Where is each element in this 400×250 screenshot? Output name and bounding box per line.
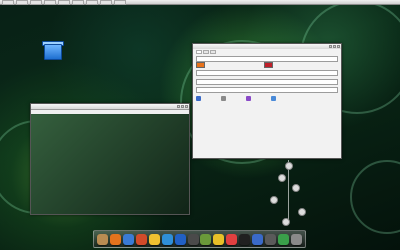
tab-2[interactable] [203, 50, 209, 54]
tree-node-icon[interactable] [270, 196, 278, 204]
desktop-widget-tree [258, 160, 318, 230]
network-icon[interactable] [122, 233, 134, 245]
red-color-button[interactable] [264, 62, 273, 68]
dock [93, 230, 306, 248]
chat-icon[interactable] [161, 233, 173, 245]
tree-node-icon[interactable] [282, 218, 290, 226]
orange-color-button[interactable] [196, 62, 205, 68]
photo-icon[interactable] [148, 233, 160, 245]
firefox-icon[interactable] [109, 233, 121, 245]
trash-icon [44, 44, 62, 60]
trash-icon[interactable] [291, 233, 303, 245]
panel-menu-button[interactable] [2, 0, 14, 5]
minimize-button[interactable] [177, 105, 180, 108]
globe-icon[interactable] [271, 96, 276, 101]
tab-1[interactable] [196, 50, 202, 54]
top-panel [0, 0, 400, 5]
panel-task-button[interactable] [100, 0, 112, 5]
tab-3[interactable] [210, 50, 216, 54]
media-icon[interactable] [187, 233, 199, 245]
maximize-button[interactable] [333, 45, 336, 48]
panel-task-button[interactable] [86, 0, 98, 5]
panel-task-button[interactable] [114, 0, 126, 5]
download-icon[interactable] [278, 233, 290, 245]
text-field[interactable] [196, 79, 338, 85]
panel-task-button[interactable] [72, 0, 84, 5]
terminal-output[interactable] [31, 114, 189, 214]
panel-task-button[interactable] [16, 0, 28, 5]
tree-node-icon[interactable] [298, 208, 306, 216]
system-icon[interactable] [252, 233, 264, 245]
minimize-button[interactable] [329, 45, 332, 48]
preferences-window[interactable] [192, 43, 342, 159]
close-button[interactable] [337, 45, 340, 48]
close-button[interactable] [185, 105, 188, 108]
gear-icon[interactable] [221, 96, 226, 101]
terminal-prompt [31, 114, 189, 116]
browser-icon[interactable] [174, 233, 186, 245]
icon-row [196, 96, 338, 101]
panel-task-button[interactable] [58, 0, 70, 5]
home-folder-icon[interactable] [96, 233, 108, 245]
preferences-content [193, 49, 341, 158]
pen-icon[interactable] [213, 233, 225, 245]
color-row [196, 62, 338, 68]
preferences-tabs [196, 50, 338, 54]
tree-node-icon[interactable] [278, 174, 286, 182]
wallpaper-swirl [350, 160, 400, 234]
tree-node-icon[interactable] [292, 184, 300, 192]
upload-icon[interactable] [246, 96, 251, 101]
panel-task-button[interactable] [30, 0, 42, 5]
maximize-button[interactable] [181, 105, 184, 108]
trash-desktop-icon[interactable] [42, 40, 64, 62]
tree-node-icon[interactable] [285, 162, 293, 170]
terminal-icon[interactable] [239, 233, 251, 245]
terminal-window[interactable] [30, 103, 190, 215]
music-player-icon[interactable] [135, 233, 147, 245]
terminal-titlebar[interactable] [31, 104, 189, 110]
panel-task-button[interactable] [44, 0, 56, 5]
text-field[interactable] [196, 70, 338, 76]
text-field[interactable] [196, 87, 338, 93]
shield-icon[interactable] [196, 96, 201, 101]
office-icon[interactable] [200, 233, 212, 245]
notes-icon[interactable] [226, 233, 238, 245]
display-icon[interactable] [265, 233, 277, 245]
